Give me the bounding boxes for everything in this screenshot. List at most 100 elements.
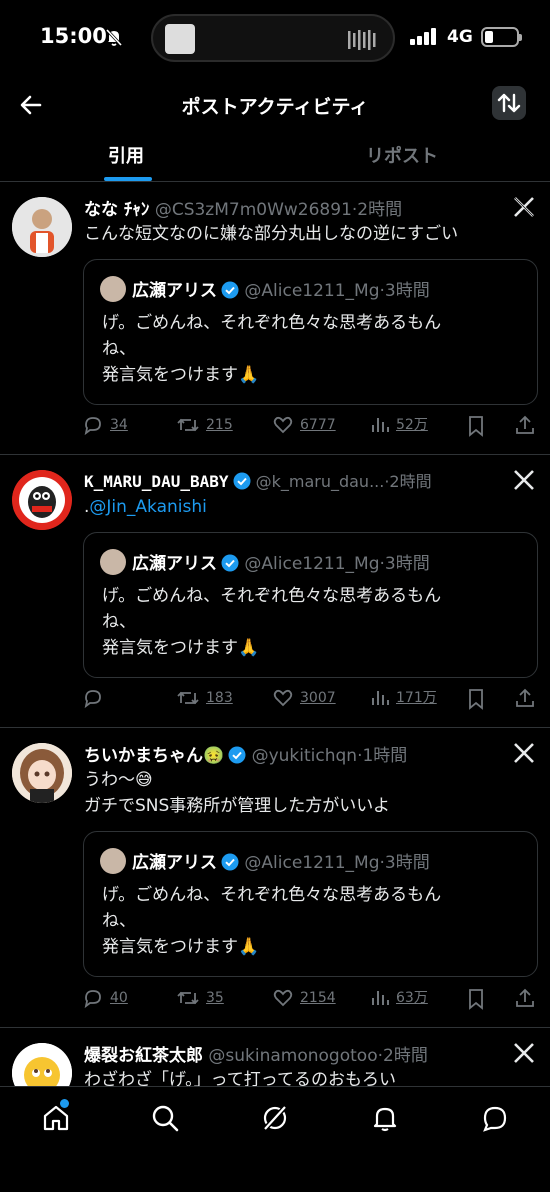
sort-button[interactable] bbox=[492, 86, 526, 120]
reply-icon bbox=[84, 417, 101, 436]
quoted-avatar bbox=[100, 276, 126, 302]
quoted-handle: @Alice1211_Mg bbox=[244, 281, 380, 301]
cell-signal-icon bbox=[410, 28, 436, 45]
post-text-line: うわ〜😅 bbox=[84, 770, 153, 790]
avatar[interactable] bbox=[12, 470, 72, 530]
views-chart-icon bbox=[372, 991, 389, 1005]
heart-icon bbox=[273, 416, 293, 434]
quoted-text-line: ね、 bbox=[102, 612, 136, 632]
reply-icon bbox=[84, 690, 101, 709]
reply-button[interactable] bbox=[82, 687, 110, 709]
post-time: ·2時間 bbox=[384, 472, 432, 491]
avatar-image bbox=[12, 743, 72, 803]
search-icon[interactable] bbox=[150, 1103, 180, 1133]
avatar-image bbox=[12, 470, 72, 530]
repost-button[interactable]: 35 bbox=[176, 987, 224, 1009]
bookmark-icon[interactable] bbox=[466, 988, 486, 1010]
tab-quotes[interactable]: 引用 bbox=[108, 142, 144, 168]
views-chart-icon bbox=[372, 691, 389, 705]
views-button[interactable]: 171万 bbox=[370, 687, 437, 707]
quoted-header: 広瀬アリス @Alice1211_Mg·3時間 bbox=[132, 549, 430, 574]
author-handle[interactable]: @k_maru_dau... bbox=[256, 472, 385, 491]
quoted-text-line: 発言気をつけます🙏 bbox=[102, 937, 260, 957]
post-actions: 40 35 2154 63万 bbox=[82, 987, 542, 1013]
quoted-time: ·3時間 bbox=[379, 554, 430, 574]
quoted-post[interactable]: 広瀬アリス @Alice1211_Mg·3時間 げ。ごめんね、それぞれ色々な思考… bbox=[83, 831, 538, 977]
post-item[interactable]: なな ﾁｬﾝ @CS3zM7m0Ww26891·2時間 こんな短文なのに嫌な部分… bbox=[0, 183, 550, 455]
repost-button[interactable]: 215 bbox=[176, 414, 233, 436]
page-title: ポストアクティビティ bbox=[181, 96, 369, 118]
quoted-post[interactable]: 広瀬アリス @Alice1211_Mg·3時間 げ。ごめんね、それぞれ色々な思考… bbox=[83, 259, 538, 405]
bottom-navigation bbox=[0, 1086, 550, 1192]
avatar[interactable] bbox=[12, 197, 72, 257]
post-time: ·2時間 bbox=[377, 1046, 428, 1066]
view-count: 52万 bbox=[396, 417, 428, 433]
x-logo-icon bbox=[514, 470, 534, 490]
network-type: 4G bbox=[447, 27, 473, 47]
like-button[interactable]: 3007 bbox=[272, 687, 336, 709]
reply-button[interactable]: 40 bbox=[82, 987, 128, 1009]
view-count: 63万 bbox=[396, 990, 428, 1006]
quoted-author-name: 広瀬アリス bbox=[132, 281, 217, 301]
notification-dot bbox=[60, 1099, 69, 1108]
views-button[interactable]: 52万 bbox=[370, 414, 428, 434]
bookmark-icon[interactable] bbox=[466, 415, 486, 437]
quoted-text-line: げ。ごめんね、それぞれ色々な思考あるもん bbox=[102, 885, 442, 905]
quoted-text-line: ね、 bbox=[102, 339, 136, 359]
author-handle[interactable]: @CS3zM7m0Ww26891 bbox=[155, 200, 352, 220]
post-item[interactable]: ちいかまちゃん🤢 @yukitichqn·1時間 うわ〜😅 ガチでSNS事務所が… bbox=[0, 729, 550, 1028]
quoted-handle: @Alice1211_Mg bbox=[244, 853, 380, 873]
quoted-text-line: 発言気をつけます🙏 bbox=[102, 365, 260, 385]
like-button[interactable]: 6777 bbox=[272, 414, 336, 436]
quoted-post[interactable]: 広瀬アリス @Alice1211_Mg·3時間 げ。ごめんね、それぞれ色々な思考… bbox=[83, 532, 538, 678]
like-count: 2154 bbox=[300, 990, 336, 1006]
verified-badge-icon bbox=[221, 281, 239, 299]
share-icon[interactable] bbox=[514, 414, 536, 436]
views-chart-icon bbox=[372, 418, 389, 432]
avatar[interactable] bbox=[12, 743, 72, 803]
quoted-author-name: 広瀬アリス bbox=[132, 853, 217, 873]
view-count: 171万 bbox=[396, 690, 437, 706]
author-name[interactable]: ちいかまちゃん bbox=[84, 746, 203, 766]
post-text-line: ガチでSNS事務所が管理した方がいいよ bbox=[84, 796, 390, 816]
share-icon[interactable] bbox=[514, 687, 536, 709]
post-item[interactable]: K_MARU_DAU_BABY @k_maru_dau...·2時間 .@Jin… bbox=[0, 456, 550, 728]
author-name[interactable]: なな ﾁｬﾝ bbox=[84, 200, 149, 220]
quoted-text-line: げ。ごめんね、それぞれ色々な思考あるもん bbox=[102, 586, 442, 606]
mention-link[interactable]: @Jin_Akanishi bbox=[89, 497, 206, 517]
tab-reposts[interactable]: リポスト bbox=[366, 142, 438, 168]
post-time: ·1時間 bbox=[357, 746, 408, 766]
author-name[interactable]: K_MARU_DAU_BABY bbox=[84, 472, 229, 491]
status-bar: 15:00 4G bbox=[0, 0, 550, 76]
notifications-bell-icon[interactable] bbox=[370, 1103, 400, 1133]
grok-icon[interactable] bbox=[260, 1103, 290, 1133]
quoted-time: ·3時間 bbox=[379, 281, 430, 301]
repost-count: 183 bbox=[206, 690, 233, 706]
post-text: こんな短文なのに嫌な部分丸出しなの逆にすごい bbox=[84, 224, 459, 244]
author-name[interactable]: 爆裂お紅茶太郎 bbox=[84, 1046, 203, 1066]
like-button[interactable]: 2154 bbox=[272, 987, 336, 1009]
x-logo-icon bbox=[514, 1043, 534, 1063]
quoted-avatar bbox=[100, 549, 126, 575]
views-button[interactable]: 63万 bbox=[370, 987, 428, 1007]
x-logo-icon bbox=[514, 743, 534, 763]
messages-icon[interactable] bbox=[480, 1103, 510, 1133]
reply-button[interactable]: 34 bbox=[82, 414, 128, 436]
quoted-handle: @Alice1211_Mg bbox=[244, 554, 380, 574]
author-handle[interactable]: @sukinamonogotoo bbox=[208, 1046, 377, 1066]
author-handle[interactable]: @yukitichqn bbox=[252, 746, 357, 766]
dynamic-island[interactable] bbox=[151, 14, 395, 62]
share-icon[interactable] bbox=[514, 987, 536, 1009]
post-actions: 183 3007 171万 bbox=[82, 687, 542, 713]
repost-icon bbox=[177, 991, 199, 1005]
bookmark-icon[interactable] bbox=[466, 688, 486, 710]
verified-badge-icon bbox=[221, 554, 239, 572]
like-count: 3007 bbox=[300, 690, 336, 706]
post-header: なな ﾁｬﾝ @CS3zM7m0Ww26891·2時間 bbox=[84, 195, 402, 220]
repost-button[interactable]: 183 bbox=[176, 687, 233, 709]
heart-icon bbox=[273, 989, 293, 1007]
repost-icon bbox=[177, 418, 199, 432]
post-header: ちいかまちゃん🤢 @yukitichqn·1時間 bbox=[84, 741, 407, 766]
verified-badge-icon bbox=[221, 853, 239, 871]
quoted-header: 広瀬アリス @Alice1211_Mg·3時間 bbox=[132, 848, 430, 873]
